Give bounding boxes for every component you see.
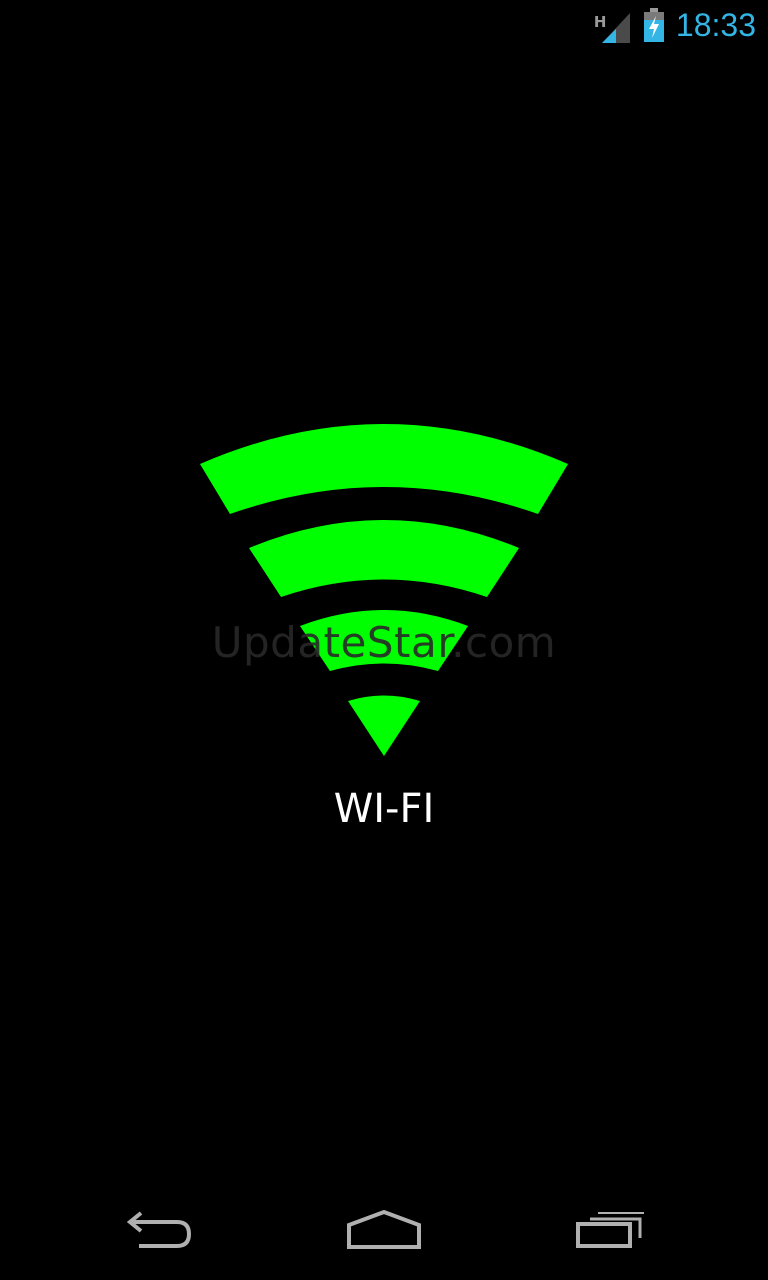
wifi-label: WI-FI <box>333 786 435 832</box>
home-button[interactable] <box>304 1180 464 1280</box>
watermark-text: UpdateStar.com <box>211 618 557 667</box>
network-type-label: H <box>593 13 607 31</box>
wifi-dot <box>348 695 420 756</box>
recent-apps-button[interactable] <box>530 1180 690 1280</box>
recent-apps-icon <box>576 1212 644 1248</box>
main-content: UpdateStar.com WI-FI <box>0 50 768 1180</box>
battery-charging-icon <box>643 8 664 42</box>
status-icons: H 18:33 <box>594 0 756 50</box>
back-icon <box>126 1211 192 1248</box>
wifi-arc-middle <box>249 520 519 597</box>
signal-indicator: H <box>594 5 632 45</box>
back-button[interactable] <box>80 1180 240 1280</box>
navigation-bar <box>0 1180 768 1280</box>
status-clock: 18:33 <box>675 7 756 43</box>
wifi-icon <box>200 424 568 756</box>
wifi-arc-outer <box>200 424 568 514</box>
screen: H 18:33 UpdateStar.com WI-FI <box>0 0 768 1280</box>
home-icon <box>347 1209 421 1249</box>
status-bar: H 18:33 <box>0 0 768 50</box>
